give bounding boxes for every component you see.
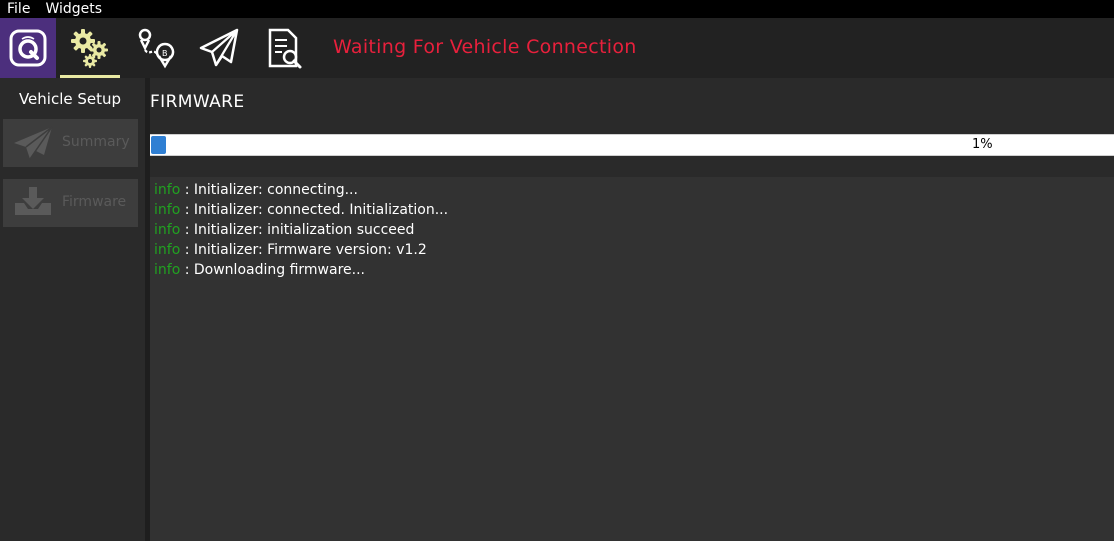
plan-view-icon: B	[138, 28, 175, 69]
analyze-view-button[interactable]	[252, 18, 312, 78]
fly-view-button[interactable]	[189, 18, 249, 78]
plan-view-button[interactable]: B	[125, 18, 185, 78]
firmware-progress-bar: 1%	[150, 134, 1114, 156]
qgc-logo-icon	[9, 29, 47, 67]
connection-status-text: Waiting For Vehicle Connection	[333, 36, 637, 58]
vehicle-setup-gears-icon	[71, 29, 108, 68]
sidebar-item-label: Firmware	[62, 194, 127, 210]
menu-bar: File Widgets	[0, 0, 1114, 18]
vehicle-setup-button[interactable]	[60, 18, 120, 78]
log-message: : Downloading firmware...	[180, 262, 365, 278]
log-level: info	[154, 242, 181, 258]
qgc-logo-button[interactable]	[0, 18, 56, 78]
sidebar-item-firmware[interactable]: Firmware	[3, 179, 138, 227]
download-icon	[11, 185, 55, 221]
analyze-icon	[268, 28, 302, 69]
log-level: info	[154, 182, 181, 198]
log-line: info : Initializer: connected. Initializ…	[154, 202, 448, 218]
menu-widgets[interactable]: Widgets	[38, 0, 110, 18]
firmware-panel: FIRMWARE 1% info : Initializer: connecti…	[150, 78, 1114, 541]
log-level: info	[154, 202, 181, 218]
log-line: info : Initializer: Firmware version: v1…	[154, 242, 427, 258]
log-level: info	[154, 262, 181, 278]
sidebar-item-summary[interactable]: Summary	[3, 119, 138, 167]
log-message: : Initializer: initialization succeed	[180, 222, 415, 238]
app-window: File Widgets B Waiting For Vehicle Conne…	[0, 0, 1114, 541]
log-message: : Initializer: Firmware version: v1.2	[180, 242, 427, 258]
fly-view-icon	[199, 28, 239, 67]
log-message: : Initializer: connected. Initialization…	[180, 202, 449, 218]
vehicle-setup-sidebar: Vehicle Setup Summary Firmware	[0, 78, 145, 541]
main-toolbar: B Waiting For Vehicle Connection	[0, 18, 1114, 78]
log-line: info : Initializer: connecting...	[154, 182, 358, 198]
paper-plane-icon	[11, 125, 55, 161]
sidebar-title: Vehicle Setup	[18, 90, 122, 108]
sidebar-item-label: Summary	[62, 134, 130, 150]
progress-fill	[151, 136, 166, 154]
page-title: FIRMWARE	[150, 92, 245, 112]
log-line: info : Initializer: initialization succe…	[154, 222, 414, 238]
menu-file[interactable]: File	[0, 0, 38, 18]
log-level: info	[154, 222, 181, 238]
log-line: info : Downloading firmware...	[154, 262, 365, 278]
log-message: : Initializer: connecting...	[180, 182, 358, 198]
progress-percent-label: 1%	[972, 137, 993, 152]
svg-text:B: B	[162, 49, 168, 58]
firmware-log: info : Initializer: connecting... info :…	[150, 177, 1114, 541]
